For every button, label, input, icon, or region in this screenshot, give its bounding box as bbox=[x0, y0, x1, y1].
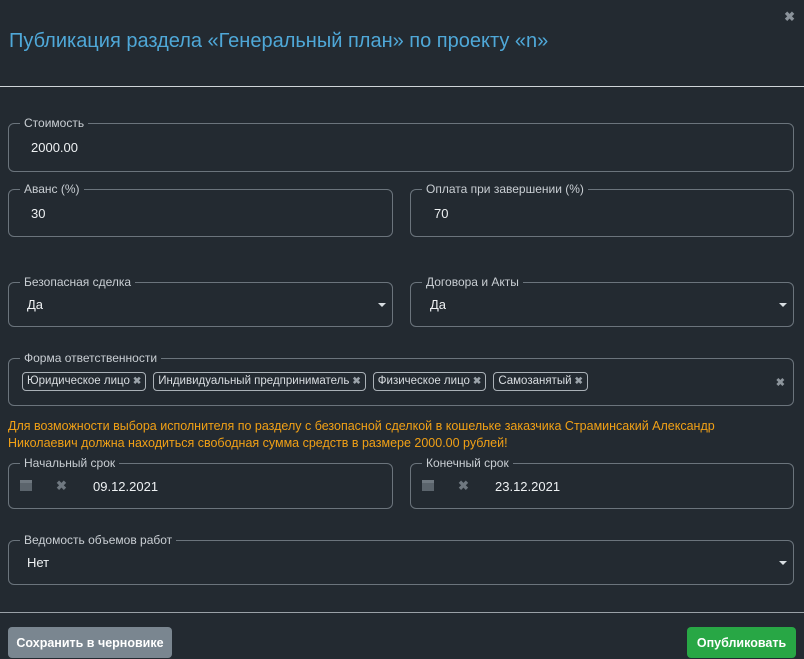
start-date-field[interactable]: Начальный срок ✖ 09.12.2021 bbox=[8, 456, 393, 509]
warning-message: Для возможности выбора исполнителя по ра… bbox=[8, 419, 715, 450]
safe-deal-select[interactable]: Безопасная сделка Да bbox=[8, 275, 393, 327]
clear-date-icon[interactable]: ✖ bbox=[458, 478, 469, 494]
tag-remove-icon[interactable]: ✖ bbox=[575, 373, 583, 390]
advance-value: 30 bbox=[31, 205, 46, 221]
safe-deal-value: Да bbox=[27, 297, 44, 312]
dialog-title: Публикация раздела «Генеральный план» по… bbox=[9, 30, 549, 52]
end-date-value: 23.12.2021 bbox=[495, 478, 561, 494]
work-statement-value: Нет bbox=[27, 555, 50, 570]
contracts-select[interactable]: Договора и Акты Да bbox=[410, 275, 794, 327]
advance-label: Аванс (%) bbox=[20, 182, 84, 196]
tag-label: Физическое лицо bbox=[377, 375, 470, 387]
advance-field[interactable]: Аванс (%) 30 bbox=[8, 182, 393, 237]
tag-individual: Физическое лицо ✖ bbox=[372, 372, 487, 391]
cost-value: 2000.00 bbox=[31, 140, 78, 155]
clear-date-icon[interactable]: ✖ bbox=[56, 478, 67, 494]
completion-field[interactable]: Оплата при завершении (%) 70 bbox=[410, 182, 794, 237]
save-draft-button[interactable]: Сохранить в черновике bbox=[8, 627, 172, 658]
start-date-value: 09.12.2021 bbox=[93, 478, 159, 494]
responsibility-tags: Юридическое лицо ✖ Индивидуальный предпр… bbox=[22, 372, 588, 391]
footer-divider bbox=[0, 612, 804, 613]
responsibility-multiselect[interactable]: Форма ответственности Юридическое лицо ✖… bbox=[8, 351, 794, 406]
calendar-icon[interactable] bbox=[422, 480, 434, 491]
completion-value: 70 bbox=[434, 205, 449, 221]
tag-remove-icon[interactable]: ✖ bbox=[473, 373, 481, 390]
publish-button[interactable]: Опубликовать bbox=[687, 627, 796, 658]
tag-self-employed: Самозанятый ✖ bbox=[493, 372, 588, 391]
contracts-value: Да bbox=[430, 297, 447, 312]
clear-all-icon[interactable]: ✖ bbox=[776, 376, 785, 389]
chevron-down-icon bbox=[779, 560, 787, 565]
header-divider bbox=[0, 86, 804, 87]
tag-label: Самозанятый bbox=[498, 375, 572, 387]
chevron-down-icon bbox=[779, 302, 787, 307]
chevron-down-icon bbox=[378, 302, 386, 307]
responsibility-label: Форма ответственности bbox=[20, 351, 162, 365]
cost-field[interactable]: Стоимость 2000.00 bbox=[8, 116, 794, 172]
tag-label: Индивидуальный предприниматель bbox=[158, 375, 350, 387]
tag-remove-icon[interactable]: ✖ bbox=[352, 373, 360, 390]
tag-legal-entity: Юридическое лицо ✖ bbox=[22, 372, 147, 391]
tag-individual-entrepreneur: Индивидуальный предприниматель ✖ bbox=[153, 372, 366, 391]
tag-remove-icon[interactable]: ✖ bbox=[133, 373, 141, 390]
calendar-icon[interactable] bbox=[20, 480, 32, 491]
work-statement-select[interactable]: Ведомость объемов работ Нет bbox=[8, 533, 794, 585]
tag-label: Юридическое лицо bbox=[27, 375, 130, 387]
end-date-field[interactable]: Конечный срок ✖ 23.12.2021 bbox=[410, 456, 794, 509]
close-icon[interactable]: ✖ bbox=[784, 10, 795, 23]
